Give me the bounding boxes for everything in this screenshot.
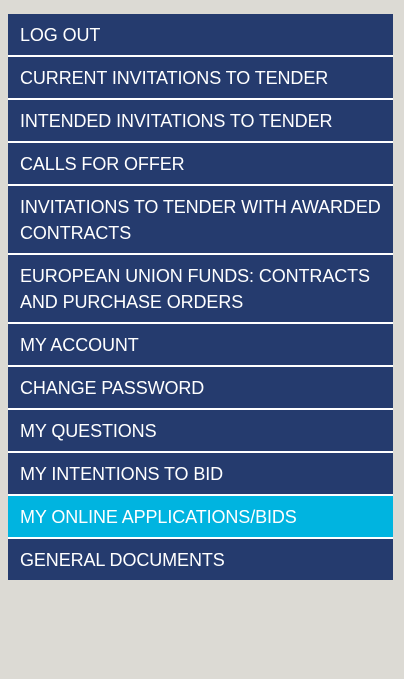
- menu-item-intended-invitations-to-tender[interactable]: INTENDED INVITATIONS TO TENDER: [8, 100, 393, 143]
- menu-item-change-password[interactable]: CHANGE PASSWORD: [8, 367, 393, 410]
- menu-item-general-documents[interactable]: GENERAL DOCUMENTS: [8, 539, 393, 580]
- menu-item-calls-for-offer[interactable]: CALLS FOR OFFER: [8, 143, 393, 186]
- menu-item-invitations-awarded-contracts[interactable]: INVITATIONS TO TENDER WITH AWARDED CONTR…: [8, 186, 393, 255]
- side-navigation-menu: LOG OUT CURRENT INVITATIONS TO TENDER IN…: [8, 14, 393, 580]
- menu-item-my-intentions-to-bid[interactable]: MY INTENTIONS TO BID: [8, 453, 393, 496]
- menu-item-my-account[interactable]: MY ACCOUNT: [8, 324, 393, 367]
- menu-item-log-out[interactable]: LOG OUT: [8, 14, 393, 57]
- menu-item-my-online-applications-bids[interactable]: MY ONLINE APPLICATIONS/BIDS: [8, 496, 393, 539]
- menu-item-my-questions[interactable]: MY QUESTIONS: [8, 410, 393, 453]
- menu-item-current-invitations-to-tender[interactable]: CURRENT INVITATIONS TO TENDER: [8, 57, 393, 100]
- menu-item-eu-funds-contracts-orders[interactable]: EUROPEAN UNION FUNDS: CONTRACTS AND PURC…: [8, 255, 393, 324]
- page-frame: LOG OUT CURRENT INVITATIONS TO TENDER IN…: [0, 0, 404, 679]
